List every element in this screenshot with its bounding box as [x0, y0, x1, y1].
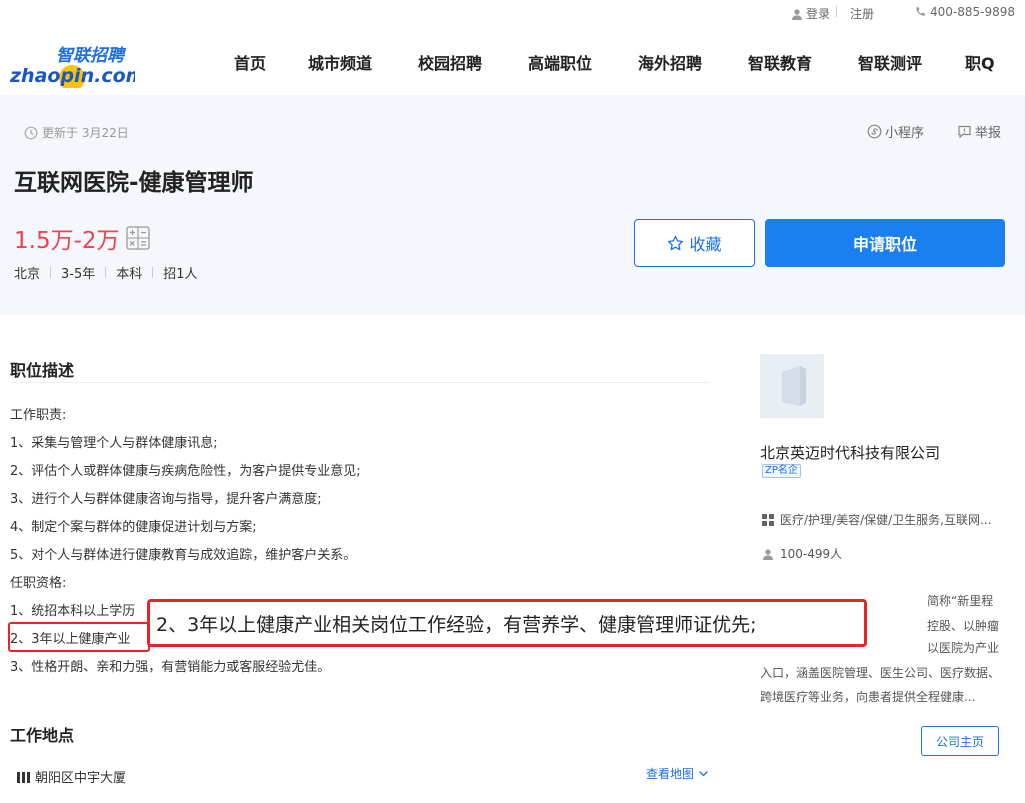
- report-icon: [958, 125, 971, 139]
- nav-zhiq[interactable]: 职Q: [965, 50, 995, 74]
- desc-line: 3、性格开朗、亲和力强，有营销能力或客服经验尤佳。: [10, 660, 331, 675]
- update-time: 更新于 3月22日: [24, 124, 129, 141]
- phone-icon: [916, 7, 925, 16]
- address-text: 朝阳区中宇大厦: [35, 771, 127, 786]
- top-utility-bar: 登录 注册 400-885-9898: [0, 0, 1025, 24]
- chevron-down-icon: [699, 771, 708, 777]
- desc-line: 1、采集与管理个人与群体健康讯息;: [10, 436, 218, 451]
- map-link-label: 查看地图: [646, 767, 695, 781]
- calculator-icon[interactable]: [125, 226, 150, 250]
- main-nav: 首页 城市频道 校园招聘 高端职位 海外招聘 智联教育 智联测评 职Q: [0, 50, 1025, 74]
- description-title: 职位描述: [10, 361, 75, 380]
- company-intro-line: 入口，涵盖医院管理、医生公司、医疗数据、: [760, 666, 1001, 680]
- divider: [10, 382, 710, 383]
- favorite-button[interactable]: 收藏: [634, 219, 755, 267]
- nav-campus[interactable]: 校园招聘: [418, 50, 482, 74]
- building-icon: [17, 771, 30, 783]
- highlight-box: [8, 622, 150, 652]
- job-title: 互联网医院-健康管理师: [14, 170, 254, 196]
- view-map-link[interactable]: 查看地图: [646, 765, 709, 782]
- nav-overseas[interactable]: 海外招聘: [638, 50, 702, 74]
- zp-badge: ZP名企: [762, 464, 801, 478]
- nav-education[interactable]: 智联教育: [748, 50, 812, 74]
- mini-program-label: 小程序: [885, 126, 925, 141]
- desc-line: 3、进行个人与群体健康咨询与指导，提升客户满意度;: [10, 492, 322, 507]
- callout-text: 2、3年以上健康产业相关岗位工作经验，有营养学、健康管理师证优先;: [156, 613, 757, 636]
- desc-line: 2、评估个人或群体健康与疾病危险性，为客户提供专业意见;: [10, 464, 361, 479]
- desc-line: 4、制定个案与群体的健康促进计划与方案;: [10, 520, 257, 535]
- login-label: 登录: [806, 7, 831, 21]
- desc-line: 任职资格:: [10, 576, 67, 591]
- desc-line: 5、对个人与群体进行健康教育与成效追踪，维护客户关系。: [10, 548, 357, 563]
- favorite-label: 收藏: [689, 235, 722, 254]
- grid-icon: [762, 513, 774, 526]
- size-text: 100-499人: [780, 547, 843, 561]
- divider: [105, 267, 107, 278]
- divider: [152, 267, 154, 278]
- job-summary: 更新于 3月22日 小程序 举报 互联网医院-健康管理师 1.5万-2万 北京 …: [0, 95, 1025, 315]
- company-size: 100-499人: [762, 545, 842, 562]
- nav-assessment[interactable]: 智联测评: [858, 50, 922, 74]
- mini-program-link[interactable]: 小程序: [867, 122, 924, 141]
- tag-city: 北京: [14, 267, 41, 282]
- job-tags: 北京 3-5年 本科 招1人: [14, 263, 198, 282]
- company-intro-line: 简称“新里程: [927, 594, 994, 608]
- location-title: 工作地点: [10, 726, 75, 745]
- user-icon: [792, 8, 802, 20]
- tag-headcount: 招1人: [163, 267, 198, 282]
- desc-line: 1、统招本科以上学历: [10, 604, 136, 619]
- star-icon: [668, 235, 684, 250]
- nav-city[interactable]: 城市频道: [308, 50, 372, 74]
- nav-senior[interactable]: 高端职位: [528, 50, 592, 74]
- user-icon: [763, 548, 773, 560]
- desc-line: 工作职责:: [10, 408, 67, 423]
- login-link[interactable]: 登录: [791, 5, 830, 22]
- company-home-button[interactable]: 公司主页: [921, 726, 999, 756]
- hotline-number: 400-885-9898: [930, 5, 1016, 19]
- divider: [836, 6, 837, 17]
- tag-education: 本科: [116, 267, 143, 282]
- company-industry: 医疗/护理/美容/保健/卫生服务,互联网...: [762, 511, 998, 528]
- report-label: 举报: [975, 126, 1002, 141]
- work-address: 朝阳区中宇大厦: [17, 767, 126, 786]
- salary: 1.5万-2万: [14, 221, 150, 255]
- salary-text: 1.5万-2万: [14, 228, 120, 254]
- report-link[interactable]: 举报: [957, 122, 1001, 141]
- hotline: 400-885-9898: [914, 5, 1015, 19]
- company-intro-line: 以医院为产业: [927, 641, 1000, 655]
- company-intro-line: 跨境医疗等业务，向患者提供全程健康...: [760, 690, 976, 704]
- mini-program-icon: [867, 124, 882, 139]
- register-link[interactable]: 注册: [850, 5, 874, 22]
- industry-text: 医疗/护理/美容/保健/卫生服务,互联网...: [780, 513, 992, 527]
- divider: [50, 267, 52, 278]
- tag-experience: 3-5年: [61, 267, 96, 282]
- site-header: 智联招聘 zhaopin.com 首页 城市频道 校园招聘 高端职位 海外招聘 …: [0, 24, 1025, 94]
- zoom-callout: 2、3年以上健康产业相关岗位工作经验，有营养学、健康管理师证优先;: [147, 599, 867, 647]
- company-name[interactable]: 北京英迈时代科技有限公司: [760, 442, 940, 463]
- clock-icon: [24, 126, 38, 139]
- company-intro-line: 控股、以肿瘤: [927, 619, 1000, 633]
- company-logo[interactable]: [760, 354, 824, 418]
- update-time-text: 更新于 3月22日: [42, 126, 129, 140]
- nav-home[interactable]: 首页: [234, 50, 266, 74]
- apply-button[interactable]: 申请职位: [765, 219, 1005, 267]
